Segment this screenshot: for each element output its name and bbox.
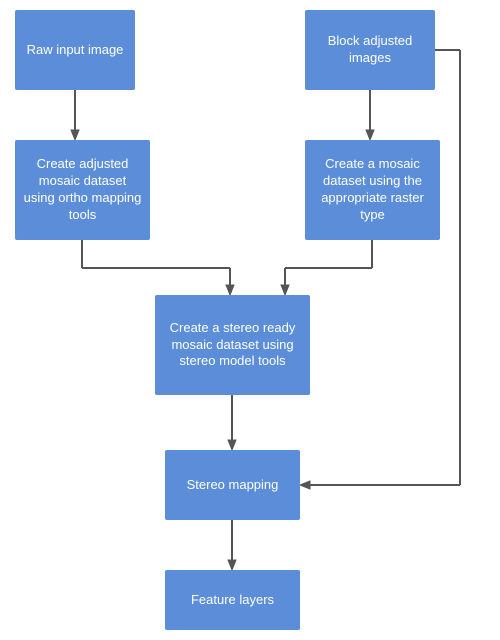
create-mosaic-raster-box: Create a mosaic dataset using the approp… <box>305 140 440 240</box>
block-adjusted-images-box: Block adjusted images <box>305 10 435 90</box>
feature-layers-box: Feature layers <box>165 570 300 630</box>
raw-input-image-box: Raw input image <box>15 10 135 90</box>
create-adjusted-mosaic-box: Create adjusted mosaic dataset using ort… <box>15 140 150 240</box>
stereo-mapping-box: Stereo mapping <box>165 450 300 520</box>
diagram: Raw input image Block adjusted images Cr… <box>0 0 500 640</box>
stereo-ready-mosaic-box: Create a stereo ready mosaic dataset usi… <box>155 295 310 395</box>
